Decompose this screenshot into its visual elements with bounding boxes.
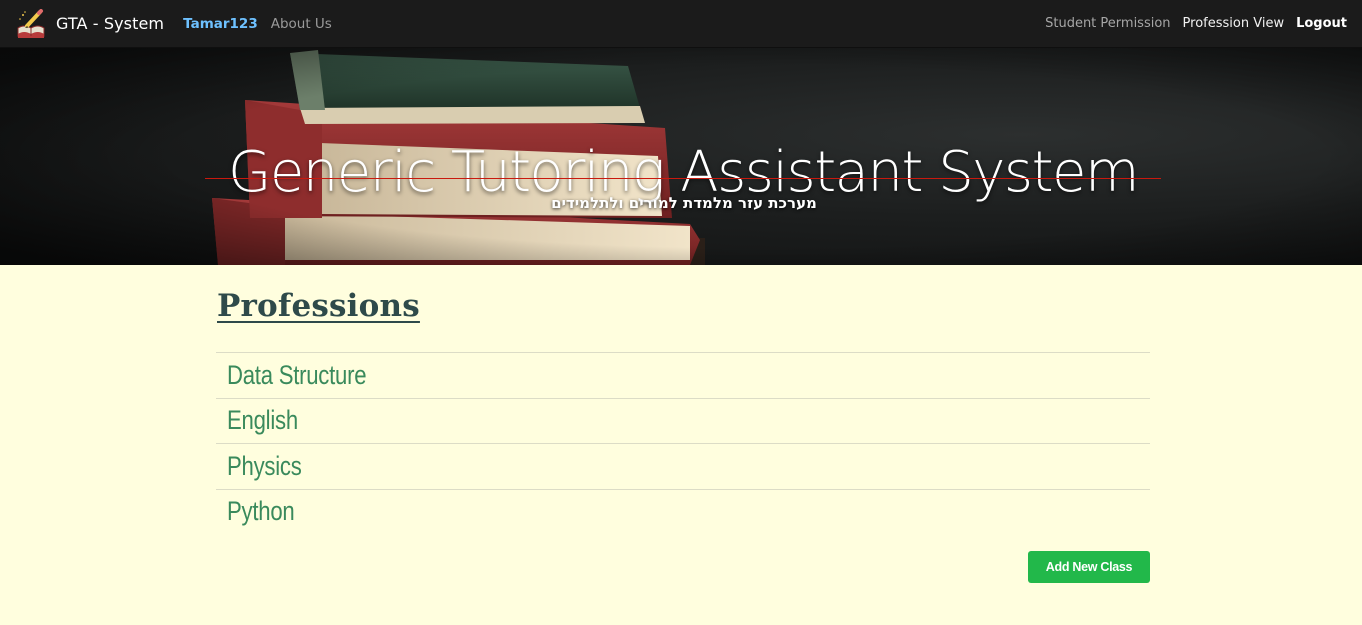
profession-label: English [227, 405, 298, 436]
profession-label: Data Structure [227, 359, 367, 390]
professions-list: Data Structure English Physics Python [216, 352, 1150, 534]
hero-banner: Generic Tutoring Assistant System מערכת … [0, 48, 1362, 265]
book-pencil-logo-icon [16, 8, 46, 39]
nav-right-links: Student Permission Profession View Logou… [1045, 16, 1347, 31]
nav-student-permission-link[interactable]: Student Permission [1045, 16, 1170, 31]
hero-subtitle: מערכת עזר מלמדת למורים ולתלמידים [551, 194, 817, 212]
top-navbar: GTA - System Tamar123 About Us Student P… [0, 0, 1362, 48]
brand-link[interactable]: GTA - System [16, 0, 164, 48]
profession-label: Physics [227, 450, 302, 481]
nav-user-link[interactable]: Tamar123 [183, 16, 258, 32]
profession-item-data-structure[interactable]: Data Structure [216, 352, 1150, 398]
nav-about-us-link[interactable]: About Us [271, 16, 332, 32]
profession-item-english[interactable]: English [216, 397, 1150, 444]
add-new-class-button[interactable]: Add New Class [1028, 551, 1150, 583]
hero-divider [205, 178, 1161, 179]
nav-profession-view-link[interactable]: Profession View [1183, 16, 1285, 31]
nav-logout-link[interactable]: Logout [1296, 16, 1347, 31]
profession-item-python[interactable]: Python [216, 488, 1150, 535]
brand-title: GTA - System [56, 14, 165, 33]
profession-item-physics[interactable]: Physics [216, 443, 1150, 489]
professions-heading: Professions [217, 288, 420, 324]
profession-label: Python [227, 496, 295, 527]
